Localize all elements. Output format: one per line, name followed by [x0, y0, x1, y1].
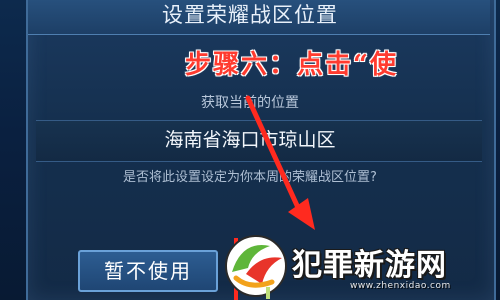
watermark-bar [266, 287, 270, 299]
watermark: 犯罪新游网 www.zhenxidao.com [222, 232, 500, 300]
step-annotation: 步骤六：点击“使 [185, 50, 398, 80]
location-value: 海南省海口市琼山区 [164, 129, 336, 151]
get-location-label: 获取当前的位置 [201, 95, 299, 111]
watermark-text: 犯罪新游网 [292, 248, 447, 283]
not-use-button[interactable]: 暂不使用 [78, 250, 218, 292]
game-screen: 设置荣耀战区位置 获取当前的位置 海南省海口市琼山区 是否将此设置设定为你本周的… [0, 0, 500, 300]
watermark-logo-icon [225, 235, 287, 297]
dialog-title: 设置荣耀战区位置 [162, 3, 338, 27]
watermark-url: www.zhenxidao.com [350, 281, 451, 291]
confirm-question: 是否将此设置设定为你本周的荣耀战区位置? [123, 170, 377, 185]
